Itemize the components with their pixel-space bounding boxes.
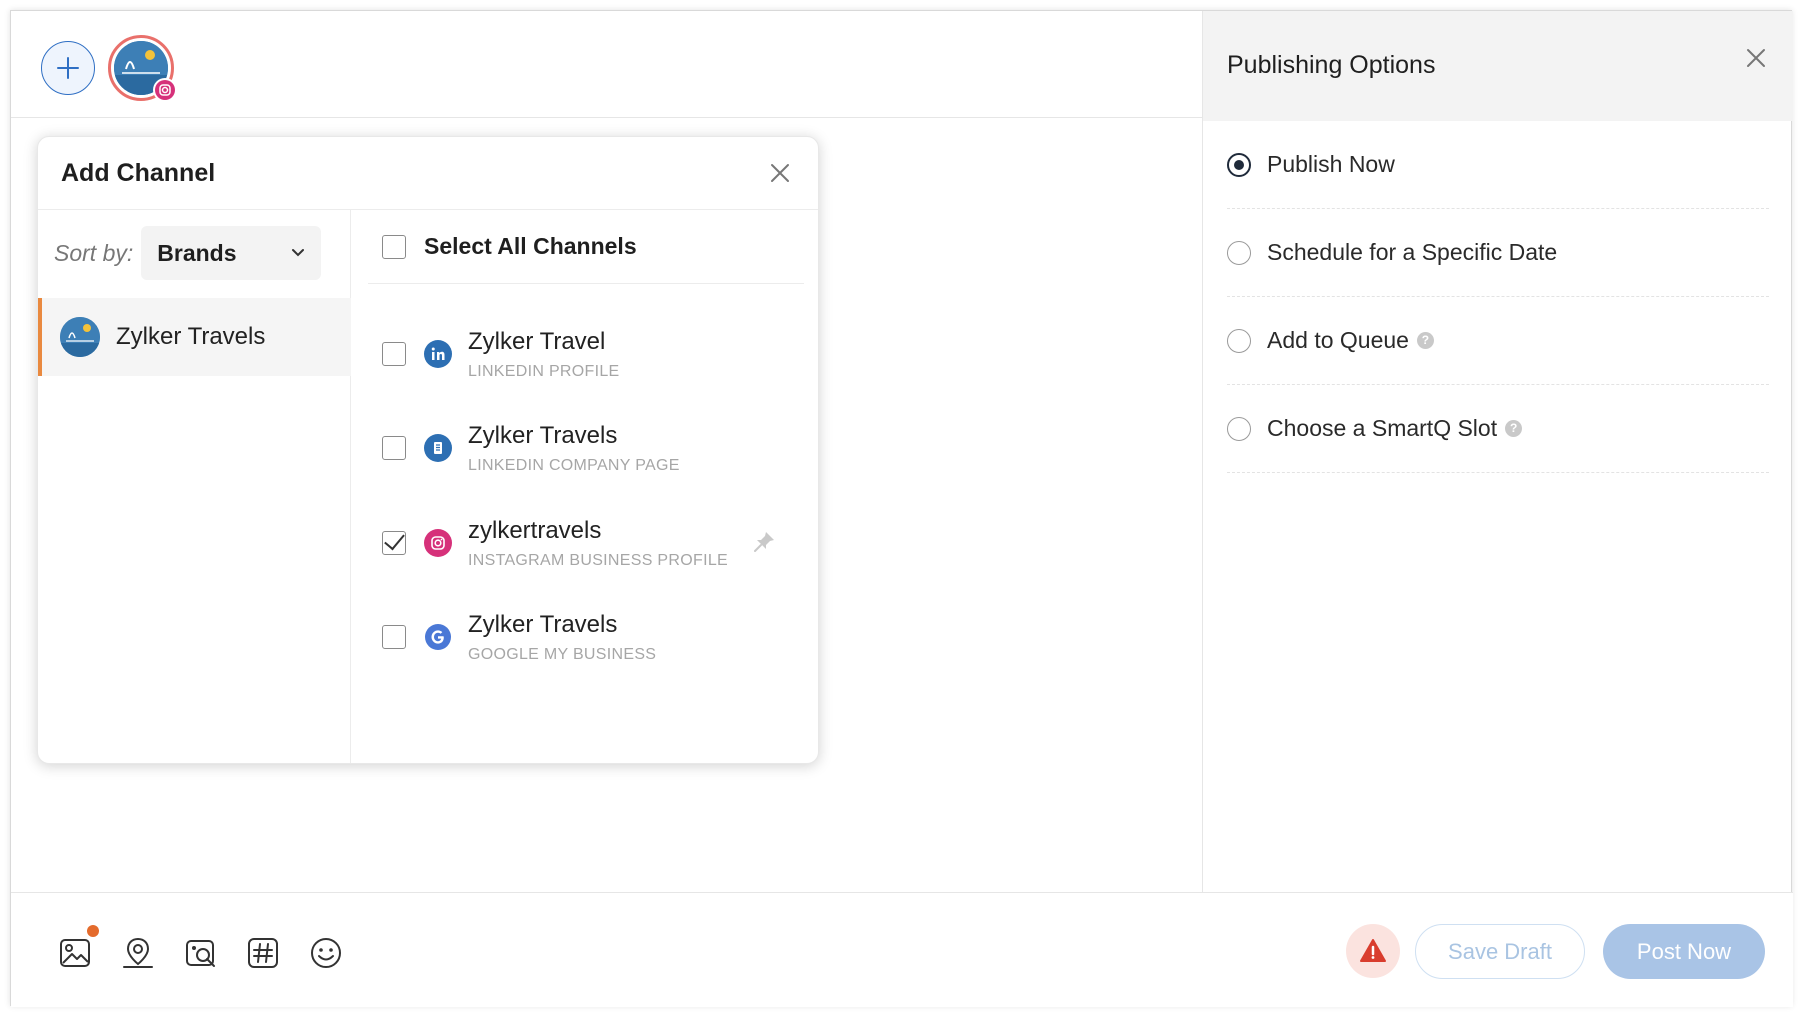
close-icon — [1747, 49, 1765, 67]
selected-channel-avatar[interactable] — [108, 35, 177, 102]
select-all-checkbox[interactable] — [382, 234, 406, 259]
help-icon[interactable]: ? — [1505, 420, 1523, 437]
hashtag-icon — [248, 938, 278, 968]
channel-bar — [11, 11, 1202, 118]
option-label: Choose a SmartQ Slot — [1267, 415, 1498, 441]
publishing-options: Publish Now Schedule for a Specific Date… — [1203, 121, 1793, 473]
media-library-button[interactable] — [181, 933, 221, 973]
brand-logo — [60, 317, 100, 357]
warning-icon — [1360, 939, 1386, 962]
channel-name: Zylker Travels — [468, 611, 618, 638]
post-now-button[interactable]: Post Now — [1603, 924, 1765, 979]
emoji-button[interactable] — [306, 933, 346, 973]
publishing-title: Publishing Options — [1227, 51, 1436, 79]
publishing-header: Publishing Options — [1203, 11, 1793, 121]
add-location-button[interactable] — [118, 933, 158, 973]
channel-checkbox[interactable] — [382, 531, 406, 555]
close-popup-button[interactable] — [764, 157, 796, 189]
brand-item-zylker-travels[interactable]: Zylker Travels — [38, 298, 351, 376]
media-search-icon — [186, 940, 215, 967]
hashtag-button[interactable] — [243, 933, 283, 973]
bottom-toolbar: Save Draft Post Now — [11, 892, 1793, 1007]
select-all-row[interactable]: Select All Channels — [368, 210, 804, 284]
composer-window: Publishing Options Publish Now Schedule … — [10, 10, 1793, 1007]
channel-name: Zylker Travel — [468, 328, 606, 355]
option-add-to-queue[interactable]: Add to Queue ? — [1227, 297, 1769, 385]
option-schedule[interactable]: Schedule for a Specific Date — [1227, 209, 1769, 297]
channel-name: Zylker Travels — [468, 422, 618, 449]
channel-name: zylkertravels — [468, 517, 602, 544]
chevron-down-icon — [292, 249, 305, 257]
option-smartq-slot[interactable]: Choose a SmartQ Slot ? — [1227, 385, 1769, 473]
pin-icon[interactable] — [750, 528, 778, 556]
linkedin-icon — [424, 340, 452, 368]
radio-smartq-slot[interactable] — [1227, 416, 1251, 441]
add-media-button[interactable] — [55, 925, 99, 973]
channel-type: LINKEDIN PROFILE — [468, 363, 620, 380]
radio-schedule[interactable] — [1227, 240, 1251, 265]
channel-list-panel: Select All Channels TWITTER PROFILE Zylk… — [352, 210, 818, 763]
emoji-icon — [311, 938, 341, 968]
sort-row: Sort by: Brands — [54, 226, 322, 280]
select-all-label: Select All Channels — [424, 233, 637, 259]
option-publish-now[interactable]: Publish Now — [1227, 121, 1769, 209]
warning-button[interactable] — [1346, 924, 1400, 978]
channel-item[interactable]: Zylker Travels LINKEDIN COMPANY PAGE — [368, 401, 804, 495]
linkedin-company-icon — [424, 434, 452, 462]
channel-checkbox[interactable] — [382, 342, 406, 366]
instagram-icon — [424, 529, 452, 557]
channel-type: GOOGLE MY BUSINESS — [468, 646, 657, 663]
channel-type: LINKEDIN COMPANY PAGE — [468, 457, 680, 474]
option-label: Add to Queue — [1267, 327, 1409, 353]
radio-publish-now[interactable] — [1227, 152, 1251, 177]
radio-add-to-queue[interactable] — [1227, 328, 1251, 353]
publishing-options-panel: Publishing Options Publish Now Schedule … — [1203, 11, 1793, 892]
channel-item[interactable]: Zylker Travels GOOGLE MY BUSINESS — [368, 590, 804, 684]
channel-item[interactable]: zylkertravels INSTAGRAM BUSINESS PROFILE — [368, 496, 804, 590]
option-label: Publish Now — [1267, 151, 1395, 177]
brand-list-panel: Sort by: Brands Zylker Travels — [38, 210, 351, 763]
save-draft-button[interactable]: Save Draft — [1415, 924, 1585, 979]
popup-header: Add Channel — [38, 137, 818, 210]
add-channel-popup: Add Channel Sort by: Brands Zylker Trave… — [37, 136, 819, 764]
close-publishing-button[interactable] — [1739, 41, 1773, 75]
image-icon — [60, 939, 90, 967]
sort-label: Sort by: — [54, 239, 134, 266]
instagram-badge-icon — [153, 78, 177, 102]
close-icon — [771, 164, 789, 182]
channel-checkbox[interactable] — [382, 625, 406, 649]
add-channel-button[interactable] — [41, 41, 95, 95]
location-icon — [123, 937, 153, 968]
channel-type: INSTAGRAM BUSINESS PROFILE — [468, 552, 728, 569]
help-icon[interactable]: ? — [1416, 332, 1434, 349]
sort-value: Brands — [157, 239, 237, 266]
notification-dot — [87, 925, 99, 937]
popup-title: Add Channel — [61, 159, 216, 187]
brand-name: Zylker Travels — [116, 323, 266, 350]
channel-item[interactable]: Zylker Travel LINKEDIN PROFILE — [368, 307, 804, 401]
google-icon — [424, 623, 452, 651]
sort-dropdown[interactable]: Brands — [141, 226, 322, 280]
plus-icon — [57, 57, 79, 79]
channel-checkbox[interactable] — [382, 436, 406, 460]
option-label: Schedule for a Specific Date — [1267, 239, 1558, 265]
